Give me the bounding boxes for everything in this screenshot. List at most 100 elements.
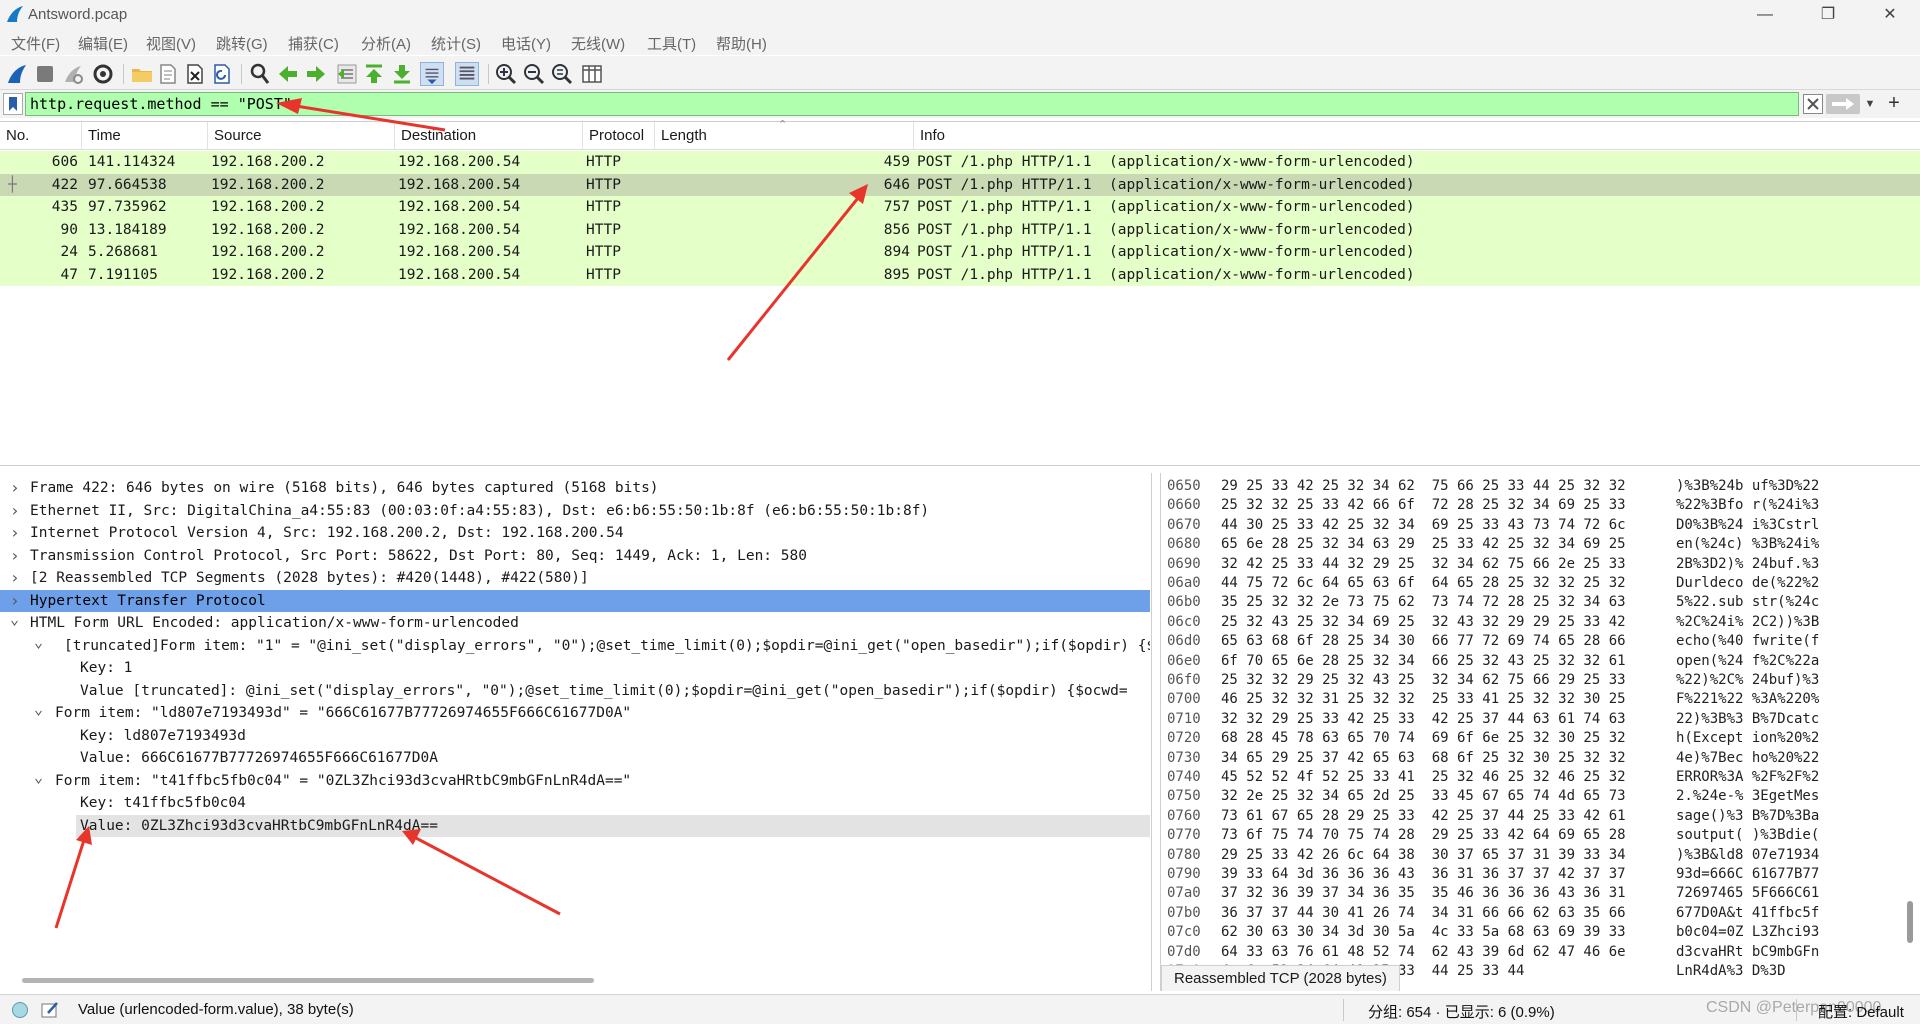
go-first-icon[interactable]	[362, 62, 386, 86]
bytes-row[interactable]: 06c0 25 32 43 25 32 34 69 25 32 43 32 29 …	[1161, 613, 1901, 632]
menu-edit[interactable]: 编辑(E)	[78, 33, 128, 54]
zoom-out-icon[interactable]	[522, 62, 546, 86]
menu-tools[interactable]: 工具(T)	[647, 33, 696, 54]
details-tree-item[interactable]: ⌄ [truncated]Form item: "1" = "@ini_set("…	[0, 635, 1150, 658]
zoom-in-icon[interactable]	[494, 62, 518, 86]
details-tree-item[interactable]: › Ethernet II, Src: DigitalChina_a4:55:83…	[0, 500, 1150, 523]
column-no[interactable]: No.	[0, 122, 82, 150]
column-destination[interactable]: Destination	[395, 122, 583, 150]
filter-clear-button[interactable]	[1803, 94, 1823, 114]
details-tree-item[interactable]: › Transmission Control Protocol, Src Port…	[0, 545, 1150, 568]
colorize-icon[interactable]	[455, 62, 479, 86]
details-tree-item[interactable]: Value: 0ZL3Zhci93d3cvaHRtbC9mbGFnLnR4dA=…	[76, 814, 1150, 837]
chevron-right-icon[interactable]: ›	[10, 545, 20, 568]
minimize-button[interactable]: —	[1735, 0, 1795, 29]
bytes-row[interactable]: 07d0 64 33 63 76 61 48 52 74 62 43 39 6d …	[1161, 943, 1901, 962]
bytes-row[interactable]: 07b0 36 37 37 44 30 41 26 74 34 31 66 66 …	[1161, 904, 1901, 923]
bytes-tab-reassembled[interactable]: Reassembled TCP (2028 bytes)	[1161, 965, 1400, 991]
details-tree-item[interactable]: › Hypertext Transfer Protocol	[0, 589, 1150, 613]
find-packet-icon[interactable]	[248, 62, 272, 86]
filter-apply-button[interactable]	[1826, 94, 1860, 114]
menu-file[interactable]: 文件(F)	[11, 33, 60, 54]
close-button[interactable]: ✕	[1860, 0, 1920, 29]
open-file-icon[interactable]	[130, 62, 154, 86]
chevron-down-icon[interactable]: ⌄	[34, 635, 43, 654]
bytes-row[interactable]: 06f0 25 32 32 29 25 32 43 25 32 34 62 75 …	[1161, 671, 1901, 690]
bytes-row[interactable]: 07a0 37 32 36 39 37 34 36 35 35 46 36 36 …	[1161, 884, 1901, 903]
details-tree-item[interactable]: Key: ld807e7193493d	[0, 725, 1150, 748]
normal-size-icon[interactable]	[550, 62, 574, 86]
details-tree-item[interactable]: ⌄ Form item: "ld807e7193493d" = "666C6167…	[0, 702, 1150, 725]
bytes-row[interactable]: 06a0 44 75 72 6c 64 65 63 6f 64 65 28 25 …	[1161, 574, 1901, 593]
chevron-right-icon[interactable]: ›	[10, 477, 20, 500]
chevron-right-icon[interactable]: ›	[10, 522, 20, 545]
menu-help[interactable]: 帮助(H)	[716, 33, 767, 54]
details-horizontal-scrollbar[interactable]	[22, 978, 594, 983]
menu-analyze[interactable]: 分析(A)	[361, 33, 411, 54]
status-profile[interactable]: 配置: Default	[1818, 1001, 1904, 1022]
bytes-row[interactable]: 0720 68 28 45 78 63 65 70 74 69 6f 6e 25 …	[1161, 729, 1901, 748]
capture-options-icon[interactable]	[91, 62, 115, 86]
bytes-row[interactable]: 0660 25 32 32 25 33 42 66 6f 72 28 25 32 …	[1161, 496, 1901, 515]
edit-comment-icon[interactable]	[40, 1000, 60, 1020]
bytes-row[interactable]: 0730 34 65 29 25 37 42 65 63 68 6f 25 32 …	[1161, 749, 1901, 768]
bytes-row[interactable]: 06b0 35 25 32 32 2e 73 75 62 73 74 72 28 …	[1161, 593, 1901, 612]
start-capture-icon[interactable]	[5, 62, 29, 86]
menu-statistics[interactable]: 统计(S)	[431, 33, 481, 54]
resize-columns-icon[interactable]	[580, 62, 604, 86]
chevron-right-icon[interactable]: ›	[10, 590, 20, 613]
packet-row[interactable]: 47 7.191105 192.168.200.2 192.168.200.54 HTT…	[0, 263, 1920, 286]
go-forward-icon[interactable]	[304, 62, 328, 86]
bytes-row[interactable]: 06e0 6f 70 65 6e 28 25 32 34 66 25 32 43 …	[1161, 652, 1901, 671]
restart-capture-icon[interactable]	[61, 62, 85, 86]
expert-info-icon[interactable]	[12, 1002, 28, 1018]
bytes-row[interactable]: 0650 29 25 33 42 25 32 34 62 75 66 25 33 …	[1161, 477, 1901, 496]
details-tree-item[interactable]: Value [truncated]: @ini_set("display_err…	[0, 680, 1150, 703]
bytes-row[interactable]: 0750 32 2e 25 32 34 65 2d 25 33 45 67 65 …	[1161, 787, 1901, 806]
column-time[interactable]: Time	[82, 122, 208, 150]
details-tree-item[interactable]: Key: t41ffbc5fb0c04	[0, 792, 1150, 815]
go-back-icon[interactable]	[276, 62, 300, 86]
chevron-down-icon[interactable]: ⌄	[34, 702, 43, 721]
details-tree-item[interactable]: Key: 1	[0, 657, 1150, 680]
menu-telephony[interactable]: 电话(Y)	[501, 33, 551, 54]
details-tree-item[interactable]: › Internet Protocol Version 4, Src: 192.1…	[0, 522, 1150, 545]
stop-capture-icon[interactable]	[33, 62, 57, 86]
go-to-packet-icon[interactable]	[335, 62, 359, 86]
chevron-down-icon[interactable]: ⌄	[34, 770, 43, 789]
bytes-row[interactable]: 0790 39 33 64 3d 36 36 36 43 36 31 36 37 …	[1161, 865, 1901, 884]
packet-row[interactable]: 435 97.735962 192.168.200.2 192.168.200.54 H…	[0, 196, 1920, 219]
details-tree-item[interactable]: ⌄ Form item: "t41ffbc5fb0c04" = "0ZL3Zhci…	[0, 770, 1150, 793]
bytes-vertical-scrollbar[interactable]	[1907, 901, 1913, 943]
chevron-right-icon[interactable]: ›	[10, 567, 20, 590]
bytes-row[interactable]: 0770 73 6f 75 74 70 75 74 28 29 25 33 42 …	[1161, 826, 1901, 845]
bytes-row[interactable]: 0690 32 42 25 33 44 32 29 25 32 34 62 75 …	[1161, 555, 1901, 574]
packet-row[interactable]: 90 13.184189 192.168.200.2 192.168.200.54 HT…	[0, 218, 1920, 241]
display-filter-input[interactable]: http.request.method == "POST"	[25, 92, 1799, 116]
column-source[interactable]: Source	[208, 122, 395, 150]
menu-view[interactable]: 视图(V)	[146, 33, 196, 54]
close-file-icon[interactable]	[183, 62, 207, 86]
column-info[interactable]: Info	[914, 122, 1920, 150]
details-tree-item[interactable]: › [2 Reassembled TCP Segments (2028 bytes…	[0, 567, 1150, 590]
menu-go[interactable]: 跳转(G)	[216, 33, 268, 54]
reload-file-icon[interactable]	[210, 62, 234, 86]
column-protocol[interactable]: Protocol	[583, 122, 655, 150]
bytes-row[interactable]: 0740 45 52 52 4f 52 25 33 41 25 32 46 25 …	[1161, 768, 1901, 787]
details-tree-item[interactable]: › Frame 422: 646 bytes on wire (5168 bits…	[0, 477, 1150, 500]
bytes-row[interactable]: 0780 29 25 33 42 26 6c 64 38 30 37 65 37 …	[1161, 846, 1901, 865]
bytes-row[interactable]: 0670 44 30 25 33 42 25 32 34 69 25 33 43 …	[1161, 516, 1901, 535]
go-last-icon[interactable]	[390, 62, 414, 86]
details-tree-item[interactable]: Value: 666C61677B77726974655F666C61677D0…	[0, 747, 1150, 770]
filter-bookmark-button[interactable]	[3, 93, 23, 115]
add-filter-button[interactable]: +	[1882, 92, 1906, 116]
menu-capture[interactable]: 捕获(C)	[288, 33, 339, 54]
save-file-icon[interactable]	[156, 62, 180, 86]
packet-row[interactable]: 24 5.268681 192.168.200.2 192.168.200.54 HTT…	[0, 241, 1920, 264]
chevron-right-icon[interactable]: ›	[10, 500, 20, 523]
filter-history-dropdown[interactable]: ▼	[1862, 94, 1878, 114]
bytes-row[interactable]: 06d0 65 63 68 6f 28 25 34 30 66 77 72 69 …	[1161, 632, 1901, 651]
details-tree-item[interactable]: ⌄ HTML Form URL Encoded: application/x-ww…	[0, 612, 1150, 635]
maximize-button[interactable]: ❐	[1798, 0, 1858, 29]
bytes-row[interactable]: 0760 73 61 67 65 28 29 25 33 42 25 37 44 …	[1161, 807, 1901, 826]
